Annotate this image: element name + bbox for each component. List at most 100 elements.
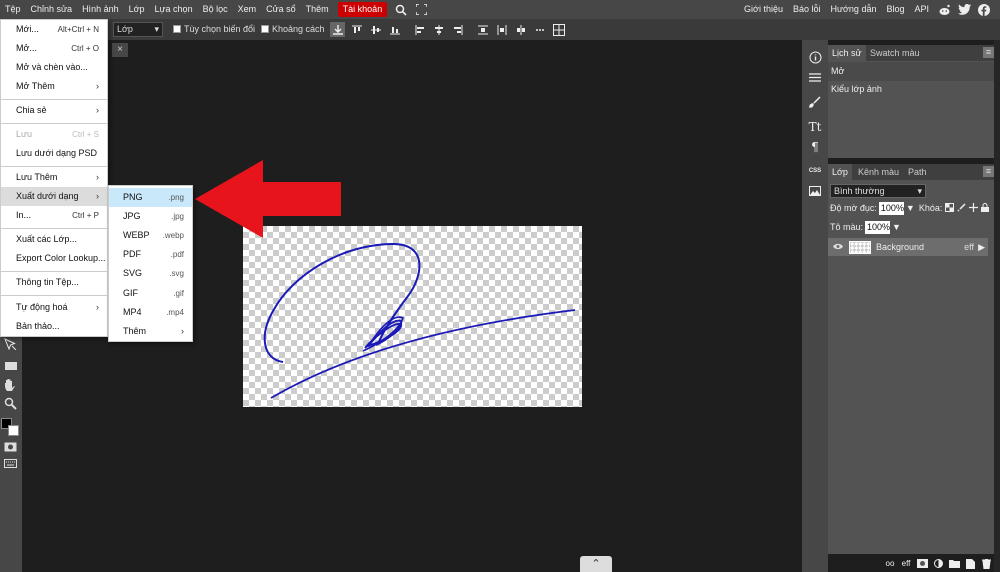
opacity-input[interactable]: 100% bbox=[878, 201, 904, 215]
auto-select-dropdown[interactable]: Lớp ▾ bbox=[113, 22, 163, 37]
css-icon[interactable]: CSS bbox=[805, 162, 825, 180]
twitter-icon[interactable] bbox=[957, 3, 971, 17]
export-gif[interactable]: GIF .gif bbox=[109, 284, 192, 303]
lock-all-icon[interactable] bbox=[981, 202, 990, 214]
export-svg[interactable]: SVG .svg bbox=[109, 264, 192, 283]
align-top-icon[interactable] bbox=[349, 22, 364, 37]
menu-item-save-more[interactable]: Lưu Thêm › bbox=[1, 168, 107, 187]
distribute-v-icon[interactable] bbox=[494, 22, 509, 37]
tab-paths[interactable]: Path bbox=[904, 164, 931, 180]
fullscreen-icon[interactable] bbox=[414, 3, 428, 17]
link-report-bug[interactable]: Báo lỗi bbox=[788, 0, 826, 19]
keyboard-icon[interactable] bbox=[4, 459, 17, 470]
expand-effects-icon[interactable]: ▶ bbox=[978, 242, 985, 253]
trash-icon[interactable] bbox=[980, 558, 992, 569]
layer-effects-icon[interactable]: eff bbox=[900, 558, 912, 569]
menu-item-print[interactable]: In... Ctrl + P bbox=[1, 206, 107, 225]
menu-account[interactable]: Tài khoản bbox=[337, 2, 388, 17]
history-item-open[interactable]: Mở bbox=[828, 62, 996, 81]
background-color-swatch[interactable] bbox=[8, 425, 19, 436]
align-right-icon[interactable] bbox=[450, 22, 465, 37]
menu-item-save-as-psd[interactable]: Lưu dưới dạng PSD bbox=[1, 144, 107, 163]
grid-icon[interactable] bbox=[551, 22, 566, 37]
align-middle-icon[interactable] bbox=[368, 22, 383, 37]
eye-icon[interactable] bbox=[833, 242, 843, 252]
properties-icon[interactable] bbox=[805, 68, 825, 86]
select-tool-icon[interactable] bbox=[4, 338, 18, 352]
layer-fx-label[interactable]: eff bbox=[964, 242, 974, 252]
folder-icon[interactable] bbox=[948, 558, 960, 569]
align-bottom-icon[interactable] bbox=[387, 22, 402, 37]
menu-item-new[interactable]: Mới... Alt+Ctrl + N bbox=[1, 20, 107, 39]
fill-input[interactable]: 100% bbox=[865, 220, 890, 234]
distances-checkbox[interactable]: Khoảng cách bbox=[261, 24, 325, 34]
align-left-icon[interactable] bbox=[412, 22, 427, 37]
caret-down-icon[interactable]: ▼ bbox=[892, 222, 901, 232]
menu-item-export-as[interactable]: Xuất dưới dạng › bbox=[1, 187, 107, 206]
menu-item-open-more[interactable]: Mở Thêm › bbox=[1, 77, 107, 96]
search-icon[interactable] bbox=[394, 3, 408, 17]
new-layer-icon[interactable] bbox=[964, 558, 976, 569]
adjustment-icon[interactable] bbox=[932, 558, 944, 569]
lock-move-icon[interactable] bbox=[969, 202, 979, 214]
info-icon[interactable] bbox=[805, 48, 825, 66]
distribute-h-icon[interactable] bbox=[475, 22, 490, 37]
align-center-icon[interactable] bbox=[431, 22, 446, 37]
menu-item-share[interactable]: Chia sẻ › bbox=[1, 101, 107, 120]
lock-paint-icon[interactable] bbox=[957, 202, 966, 214]
menu-item-export-color-lookup[interactable]: Export Color Lookup... bbox=[1, 249, 107, 268]
export-jpg[interactable]: JPG .jpg bbox=[109, 207, 192, 226]
menu-layer[interactable]: Lớp bbox=[124, 0, 150, 19]
tab-layers[interactable]: Lớp bbox=[828, 164, 852, 180]
tab-channels[interactable]: Kênh màu bbox=[854, 164, 903, 180]
link-blog[interactable]: Blog bbox=[881, 0, 909, 19]
document-canvas[interactable] bbox=[243, 226, 582, 407]
link-api[interactable]: API bbox=[909, 0, 934, 19]
export-webp[interactable]: WEBP .webp bbox=[109, 226, 192, 245]
link-guide[interactable]: Hướng dẫn bbox=[826, 0, 882, 19]
zoom-tool-icon[interactable] bbox=[4, 397, 17, 412]
panel-menu-icon[interactable]: ≡ bbox=[983, 47, 994, 58]
menu-window[interactable]: Cửa sổ bbox=[261, 0, 301, 19]
distribute-c-icon[interactable] bbox=[513, 22, 528, 37]
menu-item-open[interactable]: Mở... Ctrl + O bbox=[1, 39, 107, 58]
export-more[interactable]: Thêm › bbox=[109, 322, 192, 341]
menu-more[interactable]: Thêm bbox=[301, 0, 334, 19]
menu-filter[interactable]: Bộ lọc bbox=[198, 0, 233, 19]
lock-pixels-icon[interactable] bbox=[945, 202, 955, 214]
menu-file[interactable]: Tệp bbox=[0, 0, 26, 19]
character-icon[interactable]: Tt bbox=[805, 118, 825, 136]
history-item-layer-style[interactable]: Kiểu lớp ảnh bbox=[828, 80, 996, 99]
brush-icon[interactable] bbox=[805, 93, 825, 111]
more-options-icon[interactable] bbox=[532, 22, 547, 37]
layer-row-background[interactable]: Background eff ▶ bbox=[828, 238, 988, 256]
menu-item-automate[interactable]: Tự động hoá › bbox=[1, 298, 107, 317]
menu-item-save[interactable]: Lưu Ctrl + S bbox=[1, 125, 107, 144]
menu-view[interactable]: Xem bbox=[233, 0, 262, 19]
menu-image[interactable]: Hình ảnh bbox=[77, 0, 124, 19]
export-png[interactable]: PNG .png bbox=[109, 188, 192, 207]
close-document-button[interactable]: × bbox=[112, 43, 128, 57]
caret-down-icon[interactable]: ▼ bbox=[906, 203, 915, 213]
hand-tool-icon[interactable] bbox=[4, 378, 17, 394]
export-mp4[interactable]: MP4 .mp4 bbox=[109, 303, 192, 322]
panel-menu-icon[interactable]: ≡ bbox=[983, 166, 994, 177]
chevron-up-icon[interactable]: ⌃ bbox=[580, 556, 612, 572]
quick-mask-icon[interactable] bbox=[4, 442, 17, 454]
menu-select[interactable]: Lựa chọn bbox=[150, 0, 198, 19]
link-about[interactable]: Giới thiệu bbox=[739, 0, 788, 19]
reddit-icon[interactable] bbox=[937, 3, 951, 17]
menu-item-export-layers[interactable]: Xuất các Lớp... bbox=[1, 230, 107, 249]
tab-history[interactable]: Lịch sử bbox=[828, 45, 866, 61]
blend-mode-dropdown[interactable]: Bình thường ▾ bbox=[830, 184, 926, 198]
transform-controls-checkbox[interactable]: Tùy chọn biến đổi bbox=[173, 24, 255, 34]
mask-icon[interactable] bbox=[916, 558, 928, 569]
export-pdf[interactable]: PDF .pdf bbox=[109, 245, 192, 264]
menu-item-scripts[interactable]: Bản thảo... bbox=[1, 317, 107, 336]
tab-swatches[interactable]: Swatch màu bbox=[866, 45, 924, 61]
menu-item-open-and-place[interactable]: Mở và chèn vào... bbox=[1, 58, 107, 77]
menu-item-file-info[interactable]: Thông tin Tệp... bbox=[1, 273, 107, 292]
menu-edit[interactable]: Chỉnh sửa bbox=[26, 0, 78, 19]
image-icon[interactable] bbox=[805, 182, 825, 200]
facebook-icon[interactable] bbox=[977, 3, 991, 17]
